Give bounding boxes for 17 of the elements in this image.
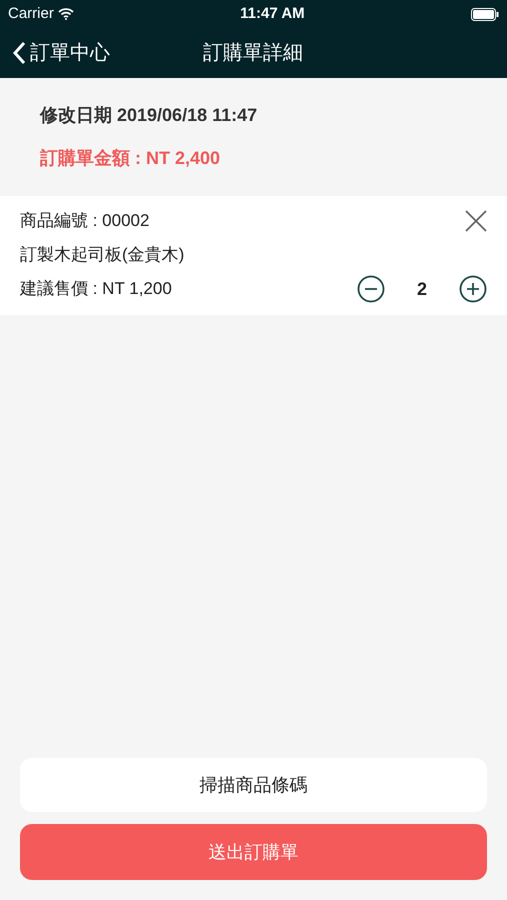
scan-barcode-button[interactable]: 掃描商品條碼 — [20, 758, 487, 812]
order-total: 訂購單金額 : NT 2,400 — [40, 147, 222, 170]
battery-icon — [470, 8, 499, 20]
carrier-label: Carrier — [8, 4, 54, 24]
chevron-left-icon — [12, 41, 26, 65]
product-name: 訂製木起司板(金貴木) — [20, 244, 186, 266]
back-button[interactable]: 訂單中心 — [12, 38, 110, 68]
close-button[interactable] — [465, 210, 487, 232]
page-title: 訂購單詳細 — [203, 41, 303, 66]
modified-date: 修改日期 2019/06/18 11:47 — [40, 104, 258, 127]
increase-button[interactable] — [459, 275, 487, 303]
product-price: 建議售價 : NT 1,200 — [20, 278, 172, 300]
quantity-value: 2 — [416, 278, 427, 300]
product-code: 商品編號 : 00002 — [20, 210, 150, 232]
status-time: 11:47 AM — [240, 4, 305, 24]
decrease-button[interactable] — [356, 275, 385, 303]
wifi-icon — [58, 8, 74, 20]
